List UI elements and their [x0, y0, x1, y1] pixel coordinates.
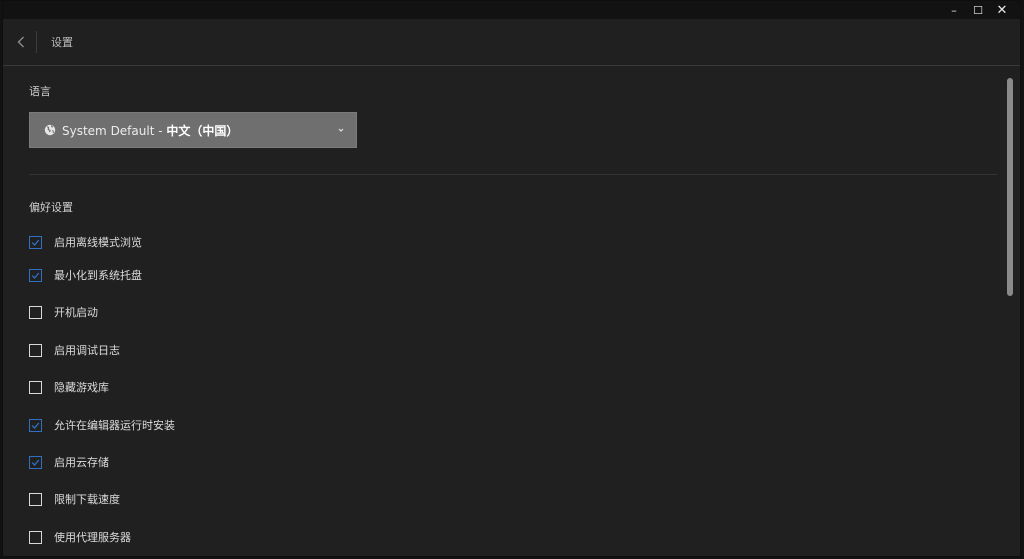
preference-checkbox-row[interactable]: 允许在编辑器运行时安装 — [29, 417, 175, 433]
checkbox-label: 启用云存储 — [54, 456, 109, 469]
checkbox[interactable] — [29, 305, 42, 319]
checkbox[interactable] — [29, 235, 42, 249]
checkmark-icon — [31, 459, 40, 466]
language-default-text: System Default — [62, 123, 155, 138]
language-native-name: 中文（中国） — [166, 123, 239, 138]
settings-content: 语言 System Default - 中文（中国） 偏好设置 启用离线模式浏览… — [3, 66, 1008, 556]
checkbox-label: 启用离线模式浏览 — [54, 236, 142, 249]
checkmark-icon — [31, 239, 40, 246]
close-button[interactable]: ✕ — [990, 1, 1014, 19]
checkbox-label: 隐藏游戏库 — [54, 381, 109, 394]
page-header: 设置 — [3, 19, 1020, 66]
checkbox-label: 限制下载速度 — [54, 493, 120, 506]
language-separator: - — [154, 123, 167, 138]
title-bar: – ☐ ✕ — [3, 1, 1020, 19]
checkbox-label: 允许在编辑器运行时安装 — [54, 419, 175, 432]
globe-icon — [44, 124, 56, 136]
preference-checkbox-row[interactable]: 使用代理服务器 — [29, 529, 131, 545]
checkbox-label: 开机启动 — [54, 306, 98, 319]
checkbox-label: 启用调试日志 — [54, 344, 120, 357]
preference-checkbox-row[interactable]: 最小化到系统托盘 — [29, 267, 142, 283]
chevron-left-icon — [17, 36, 24, 48]
checkbox[interactable] — [29, 268, 42, 282]
preferences-section-label: 偏好设置 — [29, 201, 73, 214]
checkbox[interactable] — [29, 380, 42, 394]
page-title: 设置 — [51, 36, 73, 49]
minimize-button[interactable]: – — [942, 1, 966, 19]
preference-checkbox-row[interactable]: 限制下载速度 — [29, 491, 120, 507]
checkbox-label: 最小化到系统托盘 — [54, 269, 142, 282]
scrollbar[interactable] — [1006, 66, 1014, 554]
preference-checkbox-row[interactable]: 启用离线模式浏览 — [29, 234, 142, 250]
checkbox[interactable] — [29, 455, 42, 469]
checkbox[interactable] — [29, 343, 42, 357]
checkmark-icon — [31, 272, 40, 279]
back-button[interactable] — [12, 32, 30, 52]
maximize-button[interactable]: ☐ — [966, 1, 990, 19]
scrollbar-thumb[interactable] — [1007, 78, 1013, 296]
chevron-down-icon — [336, 125, 346, 135]
language-selected-value: System Default - 中文（中国） — [62, 122, 238, 139]
preference-checkbox-row[interactable]: 隐藏游戏库 — [29, 379, 109, 395]
checkbox[interactable] — [29, 418, 42, 432]
preference-checkbox-row[interactable]: 启用云存储 — [29, 454, 109, 470]
language-dropdown[interactable]: System Default - 中文（中国） — [29, 112, 357, 148]
checkmark-icon — [31, 422, 40, 429]
settings-window: – ☐ ✕ 设置 语言 System Default - 中文（中国） 偏好设置… — [2, 0, 1021, 557]
preference-checkbox-row[interactable]: 开机启动 — [29, 304, 98, 320]
checkbox-label: 使用代理服务器 — [54, 531, 131, 544]
checkbox[interactable] — [29, 530, 42, 544]
language-section-label: 语言 — [29, 85, 51, 98]
section-divider — [29, 174, 997, 175]
preference-checkbox-row[interactable]: 启用调试日志 — [29, 342, 120, 358]
checkbox[interactable] — [29, 492, 42, 506]
header-divider — [36, 31, 37, 53]
